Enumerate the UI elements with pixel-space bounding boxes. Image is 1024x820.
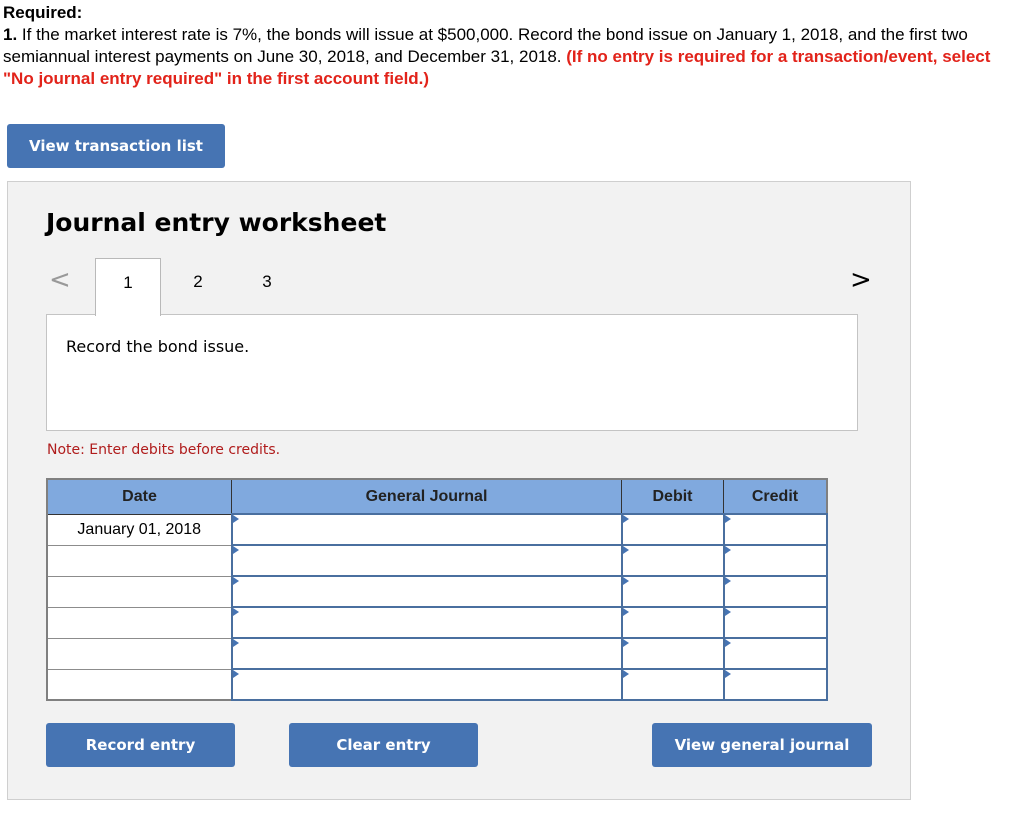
header-date: Date bbox=[46, 478, 232, 515]
debit-input[interactable] bbox=[620, 637, 725, 670]
transaction-description-box: Record the bond issue. bbox=[46, 314, 858, 431]
transaction-description: Record the bond issue. bbox=[66, 337, 250, 356]
debit-input[interactable] bbox=[620, 668, 725, 701]
tab-label: 1 bbox=[123, 273, 133, 292]
account-select[interactable] bbox=[230, 606, 623, 639]
tab-3[interactable]: 3 bbox=[234, 258, 300, 314]
date-cell bbox=[46, 637, 232, 670]
header-credit: Credit bbox=[723, 478, 828, 515]
account-select[interactable] bbox=[230, 637, 623, 670]
required-number: 1. bbox=[3, 25, 18, 44]
journal-entry-worksheet-panel: Journal entry worksheet < 1 2 3 > Record… bbox=[7, 181, 911, 800]
table-header-row: Date General Journal Debit Credit bbox=[46, 478, 828, 515]
debit-input[interactable] bbox=[620, 544, 725, 577]
account-select[interactable] bbox=[230, 668, 623, 701]
table-row bbox=[46, 575, 828, 608]
account-select[interactable] bbox=[230, 544, 623, 577]
tab-2[interactable]: 2 bbox=[165, 258, 231, 314]
account-select[interactable] bbox=[230, 575, 623, 608]
credit-input[interactable] bbox=[722, 637, 828, 670]
record-entry-button[interactable]: Record entry bbox=[46, 723, 235, 767]
date-cell bbox=[46, 668, 232, 701]
header-debit: Debit bbox=[621, 478, 724, 515]
date-cell bbox=[46, 606, 232, 639]
chevron-left-icon[interactable]: < bbox=[49, 265, 71, 295]
required-title: Required: bbox=[3, 3, 83, 22]
journal-table: Date General Journal Debit Credit Januar… bbox=[46, 478, 828, 701]
debit-input[interactable] bbox=[620, 606, 725, 639]
table-row bbox=[46, 544, 828, 577]
table-row bbox=[46, 668, 828, 701]
note-text: Note: Enter debits before credits. bbox=[47, 442, 281, 458]
table-row bbox=[46, 606, 828, 639]
date-cell bbox=[46, 544, 232, 577]
credit-input[interactable] bbox=[722, 544, 828, 577]
credit-input[interactable] bbox=[722, 606, 828, 639]
required-section: Required: 1. If the market interest rate… bbox=[3, 2, 1023, 90]
required-text: 1. If the market interest rate is 7%, th… bbox=[3, 24, 1023, 90]
date-cell: January 01, 2018 bbox=[46, 513, 232, 546]
view-general-journal-button[interactable]: View general journal bbox=[652, 723, 872, 767]
debit-input[interactable] bbox=[620, 575, 725, 608]
credit-input[interactable] bbox=[722, 668, 828, 701]
date-cell bbox=[46, 575, 232, 608]
view-transaction-list-button[interactable]: View transaction list bbox=[7, 124, 225, 168]
table-row: January 01, 2018 bbox=[46, 513, 828, 546]
tab-1[interactable]: 1 bbox=[95, 258, 161, 316]
header-general-journal: General Journal bbox=[231, 478, 622, 515]
table-row bbox=[46, 637, 828, 670]
credit-input[interactable] bbox=[722, 513, 828, 546]
chevron-right-icon[interactable]: > bbox=[850, 265, 872, 295]
clear-entry-button[interactable]: Clear entry bbox=[289, 723, 478, 767]
tab-label: 2 bbox=[193, 272, 203, 291]
worksheet-title: Journal entry worksheet bbox=[46, 208, 387, 237]
tab-label: 3 bbox=[262, 272, 272, 291]
account-select[interactable] bbox=[230, 513, 623, 546]
debit-input[interactable] bbox=[620, 513, 725, 546]
credit-input[interactable] bbox=[722, 575, 828, 608]
